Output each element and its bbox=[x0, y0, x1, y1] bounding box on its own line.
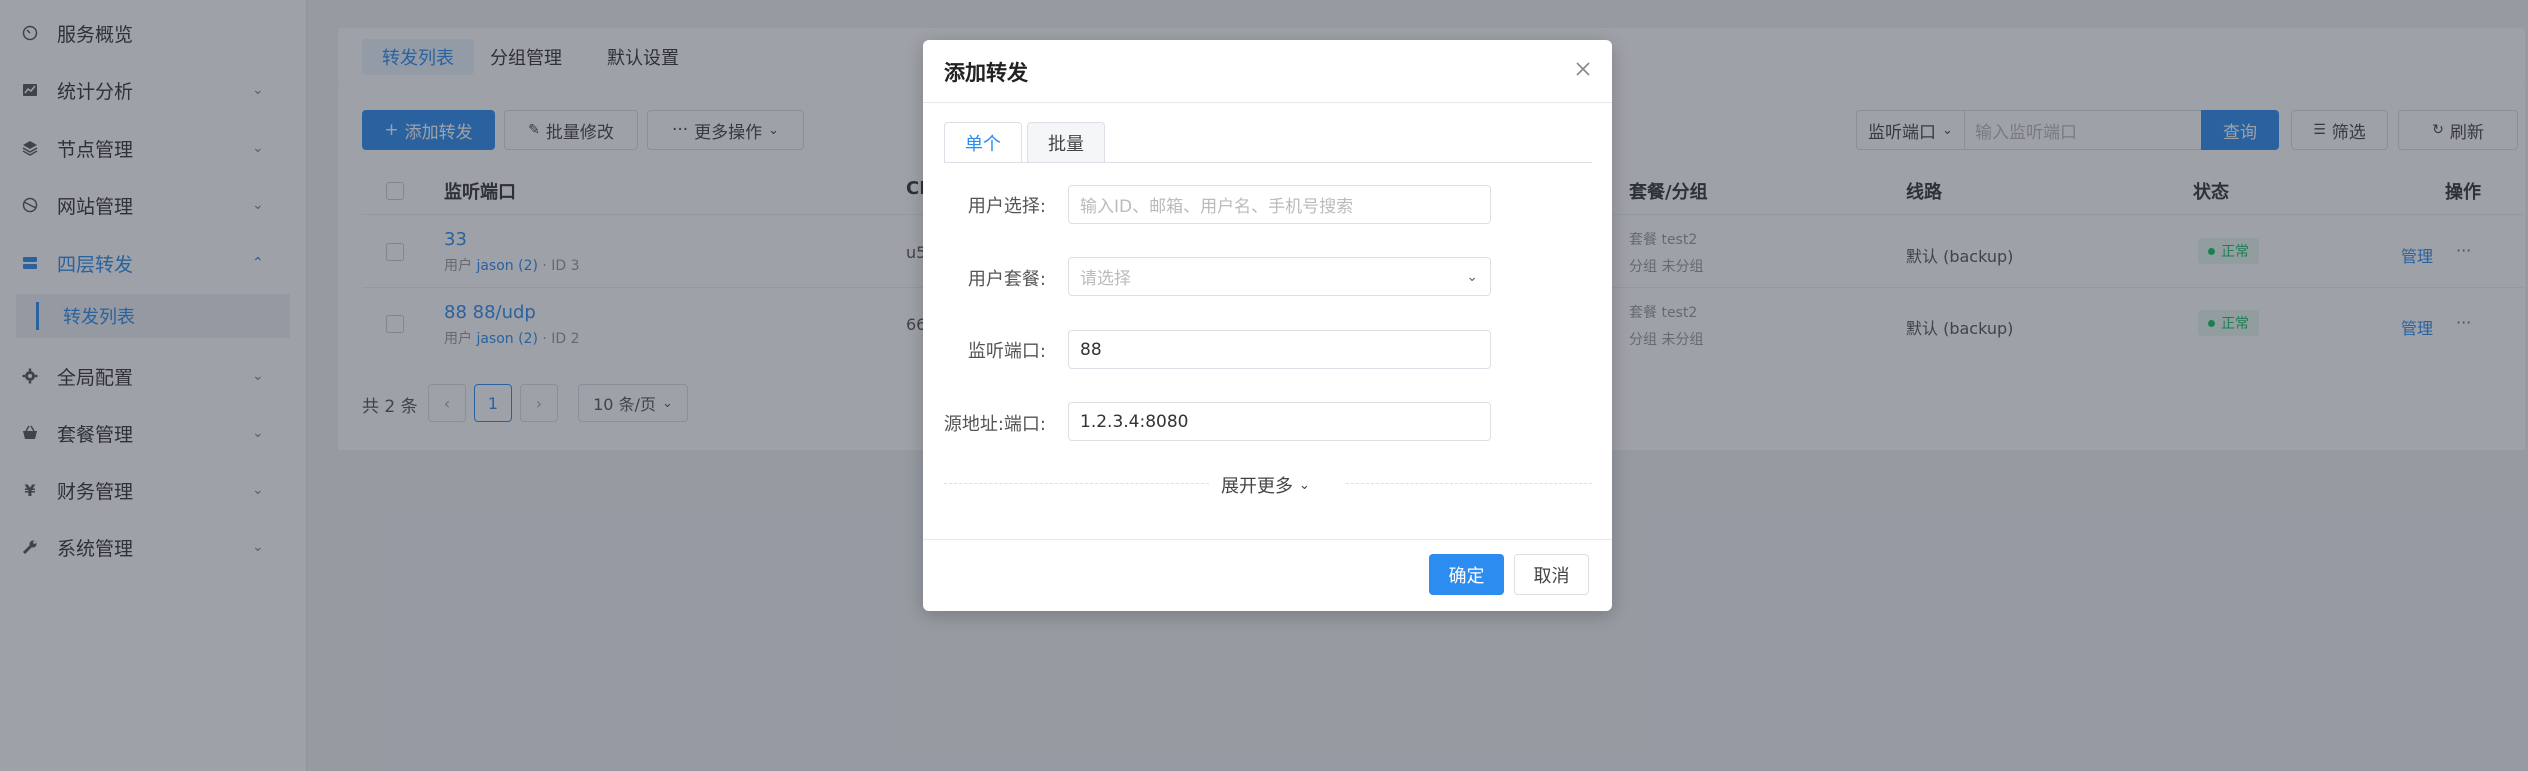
expand-more-button[interactable]: 展开更多 ⌄ bbox=[1221, 472, 1310, 498]
divider bbox=[923, 539, 1612, 540]
chevron-down-icon: ⌄ bbox=[1299, 477, 1310, 493]
tab-batch[interactable]: 批量 bbox=[1027, 122, 1105, 162]
dashed-divider bbox=[944, 483, 1209, 484]
tab-divider bbox=[944, 162, 1592, 163]
user-plan-label: 用户套餐: bbox=[967, 269, 1046, 290]
source-address-label: 源地址:端口: bbox=[943, 414, 1046, 435]
user-plan-select[interactable]: 请选择 ⌄ bbox=[1068, 257, 1491, 296]
divider bbox=[923, 102, 1612, 103]
cancel-button[interactable]: 取消 bbox=[1514, 554, 1589, 595]
user-select-label: 用户选择: bbox=[967, 196, 1046, 217]
user-plan-placeholder: 请选择 bbox=[1080, 269, 1131, 289]
dialog-title: 添加转发 bbox=[944, 61, 1028, 85]
chevron-down-icon: ⌄ bbox=[1466, 268, 1478, 285]
confirm-button[interactable]: 确定 bbox=[1429, 554, 1504, 595]
tab-single[interactable]: 单个 bbox=[944, 122, 1022, 163]
expand-more-label: 展开更多 bbox=[1221, 476, 1293, 497]
dashed-divider bbox=[1346, 483, 1592, 484]
add-forward-dialog: 添加转发 单个 批量 用户选择: 输入ID、邮箱、用户名、手机号搜索 用户套餐:… bbox=[923, 40, 1612, 611]
user-search-input[interactable]: 输入ID、邮箱、用户名、手机号搜索 bbox=[1068, 185, 1491, 224]
close-icon[interactable] bbox=[1571, 57, 1595, 81]
listen-port-label: 监听端口: bbox=[967, 341, 1046, 362]
source-address-input[interactable]: 1.2.3.4:8080 bbox=[1068, 402, 1491, 441]
listen-port-input[interactable]: 88 bbox=[1068, 330, 1491, 369]
